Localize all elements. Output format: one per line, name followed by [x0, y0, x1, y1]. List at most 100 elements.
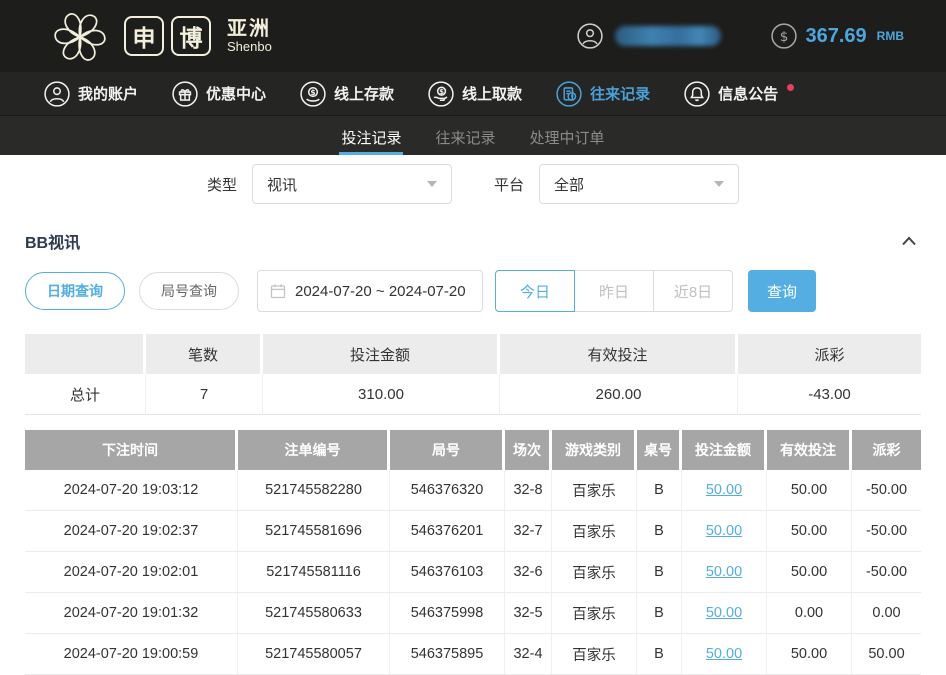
withdraw-hand-coin-icon: $ — [428, 81, 454, 107]
summary-total-label: 总计 — [25, 374, 146, 415]
nav-item-my-account[interactable]: 我的账户 — [44, 81, 138, 107]
cell-table-no: B — [637, 552, 682, 593]
cell-order-no: 521745580057 — [238, 634, 390, 675]
cell-round-no: 546376320 — [390, 470, 505, 511]
balance-display[interactable]: $ 367.69 RMB — [771, 23, 905, 49]
cell-bet-amount: 50.00 — [682, 634, 767, 675]
cell-valid-bet: 0.00 — [767, 593, 852, 634]
tab-bet-records[interactable]: 投注记录 — [339, 116, 403, 155]
date-range-input[interactable]: 2024-07-20 ~ 2024-07-20 — [257, 270, 483, 312]
bet-records-table: 下注时间 注单编号 局号 场次 游戏类别 桌号 投注金额 有效投注 派彩 202… — [25, 430, 921, 675]
nav-label: 信息公告 — [718, 83, 778, 104]
cell-bet-amount: 50.00 — [682, 552, 767, 593]
tab-transaction-records[interactable]: 往来记录 — [433, 116, 497, 155]
cell-table-no: B — [637, 511, 682, 552]
summary-header-row: 笔数 投注金额 有效投注 派彩 — [25, 334, 921, 374]
tab-pending-orders[interactable]: 处理中订单 — [528, 116, 607, 155]
cell-game-type: 百家乐 — [552, 593, 637, 634]
username-redacted — [615, 26, 721, 46]
col-header-order-no: 注单编号 — [238, 430, 390, 470]
summary-header-bet-amount: 投注金额 — [263, 334, 500, 374]
col-header-bet-time: 下注时间 — [25, 430, 238, 470]
table-row: 2024-07-20 19:03:12521745582280546376320… — [25, 470, 921, 511]
date-query-toggle[interactable]: 日期查询 — [25, 272, 125, 310]
chevron-up-icon — [901, 236, 917, 246]
cell-valid-bet: 50.00 — [767, 552, 852, 593]
type-select[interactable]: 视讯 — [252, 164, 452, 204]
cell-bet-amount: 50.00 — [682, 470, 767, 511]
platform-select[interactable]: 全部 — [539, 164, 739, 204]
bet-table-header-row: 下注时间 注单编号 局号 场次 游戏类别 桌号 投注金额 有效投注 派彩 — [25, 430, 921, 470]
range-last8days-button[interactable]: 近8日 — [653, 270, 733, 312]
bell-icon — [684, 81, 710, 107]
nav-label: 往来记录 — [590, 83, 650, 104]
cell-order-no: 521745580633 — [238, 593, 390, 634]
col-header-table-no: 桌号 — [637, 430, 682, 470]
summary-total-row: 总计 7 310.00 260.00 -43.00 — [25, 374, 921, 415]
platform-filter-label: 平台 — [494, 174, 524, 195]
bet-amount-link[interactable]: 50.00 — [706, 564, 742, 580]
cell-session: 32-6 — [505, 552, 552, 593]
record-subtabs: 投注记录 往来记录 处理中订单 — [0, 115, 946, 155]
collapse-section-button[interactable] — [897, 234, 921, 248]
brand-name-boxes: 申 博 — [124, 16, 211, 56]
user-account-chip[interactable] — [577, 23, 721, 49]
chevron-down-icon — [427, 181, 437, 187]
chevron-down-icon — [714, 181, 724, 187]
nav-item-promotions[interactable]: 优惠中心 — [172, 81, 266, 107]
filter-row: 类型 视讯 平台 全部 — [25, 164, 921, 204]
calendar-icon — [270, 283, 286, 299]
cell-bet-time: 2024-07-20 19:02:01 — [25, 552, 238, 593]
cell-valid-bet: 50.00 — [767, 634, 852, 675]
summary-total-valid-bet: 260.00 — [500, 374, 738, 415]
notification-badge-dot — [787, 84, 794, 91]
summary-header-valid-bet: 有效投注 — [500, 334, 738, 374]
cell-payout: -50.00 — [852, 511, 921, 552]
bet-amount-link[interactable]: 50.00 — [706, 523, 742, 539]
col-header-session: 场次 — [505, 430, 552, 470]
summary-total-payout: -43.00 — [738, 374, 921, 415]
nav-label: 我的账户 — [78, 83, 138, 104]
summary-header-payout: 派彩 — [738, 334, 921, 374]
table-row: 2024-07-20 19:00:59521745580057546375895… — [25, 634, 921, 675]
deposit-coin-icon: $ — [300, 81, 326, 107]
search-button[interactable]: 查询 — [748, 270, 816, 312]
nav-item-withdraw[interactable]: $ 线上取款 — [428, 81, 522, 107]
cell-game-type: 百家乐 — [552, 511, 637, 552]
content-area: 类型 视讯 平台 全部 BB视讯 日期查询 局号查询 — [0, 164, 946, 675]
nav-item-deposit[interactable]: $ 线上存款 — [300, 81, 394, 107]
svg-text:$: $ — [310, 88, 315, 97]
nav-item-announcements[interactable]: 信息公告 — [684, 81, 794, 107]
summary-total-bet-amount: 310.00 — [263, 374, 500, 415]
brand-logo[interactable]: 申 博 亚洲 Shenbo — [50, 6, 272, 66]
cell-order-no: 521745581696 — [238, 511, 390, 552]
nav-item-transaction-records[interactable]: 往来记录 — [556, 81, 650, 107]
cell-payout: -50.00 — [852, 470, 921, 511]
cell-game-type: 百家乐 — [552, 470, 637, 511]
nav-label: 优惠中心 — [206, 83, 266, 104]
balance-currency: RMB — [877, 29, 904, 43]
cell-valid-bet: 50.00 — [767, 511, 852, 552]
round-query-toggle[interactable]: 局号查询 — [139, 272, 239, 310]
range-today-button[interactable]: 今日 — [495, 270, 575, 312]
col-header-payout: 派彩 — [852, 430, 921, 470]
table-row: 2024-07-20 19:01:32521745580633546375998… — [25, 593, 921, 634]
flower-logo-icon — [50, 6, 110, 66]
bet-table-body: 2024-07-20 19:03:12521745582280546376320… — [25, 470, 921, 675]
query-toolbar: 日期查询 局号查询 2024-07-20 ~ 2024-07-20 今日 昨日 … — [25, 270, 921, 312]
bet-amount-link[interactable]: 50.00 — [706, 482, 742, 498]
svg-text:$: $ — [439, 87, 444, 96]
nav-label: 线上取款 — [462, 83, 522, 104]
cell-bet-time: 2024-07-20 19:03:12 — [25, 470, 238, 511]
bet-amount-link[interactable]: 50.00 — [706, 605, 742, 621]
summary-total-count: 7 — [146, 374, 263, 415]
range-yesterday-button[interactable]: 昨日 — [574, 270, 654, 312]
col-header-round-no: 局号 — [390, 430, 505, 470]
col-header-game-type: 游戏类别 — [552, 430, 637, 470]
brand-char-2: 博 — [171, 16, 211, 56]
cell-table-no: B — [637, 634, 682, 675]
records-clipboard-clock-icon — [556, 81, 582, 107]
balance-amount: 367.69 — [806, 25, 867, 48]
cell-round-no: 546376201 — [390, 511, 505, 552]
bet-amount-link[interactable]: 50.00 — [706, 646, 742, 662]
